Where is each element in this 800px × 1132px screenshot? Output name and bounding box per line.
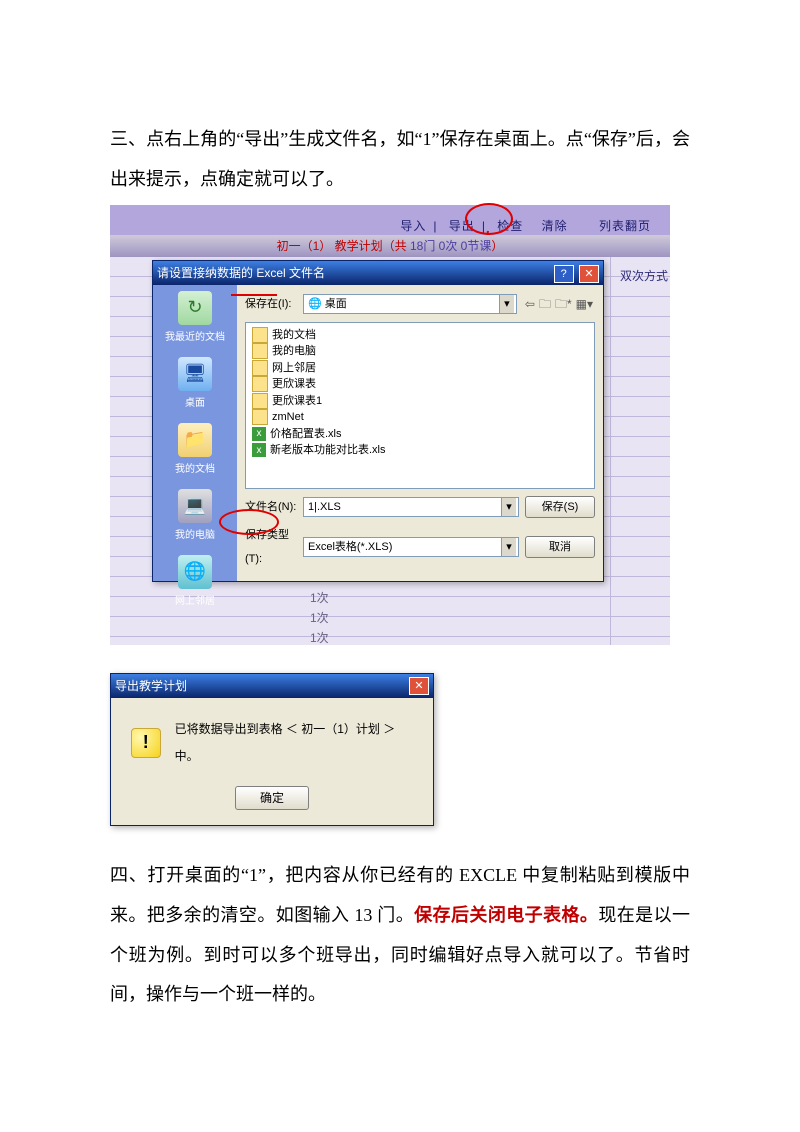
screenshot-save-dialog: 导入| 导出| 检查 清除 列表翻页 初一（1） 教学计划（共 18门 0次 0… [110, 205, 670, 645]
sidebar-desktop[interactable]: 🖥桌面 [178, 357, 212, 415]
file-list[interactable]: 我的文档 我的电脑 网上邻居 更欣课表 更欣课表1 zmNet x价格配置表.x… [245, 322, 595, 489]
paragraph-3: 三、点右上角的“导出”生成文件名，如“1”保存在桌面上。点“保存”后，会出来提示… [110, 120, 690, 199]
save-dialog-title: 请设置接纳数据的 Excel 文件名 [157, 260, 325, 286]
save-dialog: 请设置接纳数据的 Excel 文件名 ? ✕ ↻我最近的文档 🖥桌面 📁我的文档… [152, 260, 604, 582]
save-dialog-sidebar: ↻我最近的文档 🖥桌面 📁我的文档 💻我的电脑 🌐网上邻居 [153, 285, 237, 581]
toolbar-flip[interactable]: 列表翻页 [599, 219, 651, 233]
computer-icon [252, 343, 268, 359]
sidebar-docs[interactable]: 📁我的文档 [175, 423, 215, 481]
folder-icon [252, 327, 268, 343]
help-button[interactable]: ? [554, 265, 574, 283]
cancel-button[interactable]: 取消 [525, 536, 595, 558]
network-icon [252, 360, 268, 376]
list-item[interactable]: 更欣课表 [252, 376, 588, 393]
network-icon: 🌐 [178, 555, 212, 589]
list-item[interactable]: 我的电脑 [252, 343, 588, 360]
folder-icon [252, 376, 268, 392]
newfolder-icon[interactable]: 🗀* [555, 297, 572, 311]
warning-icon: ! [131, 728, 161, 758]
paragraph-4: 四、打开桌面的“1”，把内容从你已经有的 EXCLE 中复制粘贴到模版中来。把多… [110, 856, 690, 1014]
save-dialog-titlebar: 请设置接纳数据的 Excel 文件名 ? ✕ [153, 261, 603, 285]
sidebar-network[interactable]: 🌐网上邻居 [175, 555, 215, 613]
confirm-titlebar: 导出教学计划 ✕ [111, 674, 433, 698]
sidebar-computer[interactable]: 💻我的电脑 [175, 489, 215, 547]
annotation-underline-desktop [231, 294, 277, 296]
xls-icon: x [252, 427, 266, 441]
toolbar-import[interactable]: 导入 [400, 219, 426, 233]
filetype-combo[interactable]: Excel表格(*.XLS) [303, 537, 519, 557]
confirm-message: 已将数据导出到表格 ＜ 初一（1）计划 ＞ 中。 [175, 716, 419, 769]
sidebar-recent[interactable]: ↻我最近的文档 [165, 291, 225, 349]
annotation-circle-filename [219, 509, 279, 535]
list-item[interactable]: 更欣课表1 [252, 393, 588, 410]
filename-input[interactable]: 1|.XLS [303, 497, 519, 517]
close-button[interactable]: ✕ [409, 677, 429, 695]
grid-cell-1ci-c: 1次 [310, 625, 329, 651]
folder-icon [252, 409, 268, 425]
list-item[interactable]: 网上邻居 [252, 360, 588, 377]
list-item[interactable]: zmNet [252, 409, 588, 426]
xls-icon: x [252, 443, 266, 457]
confirm-title: 导出教学计划 [115, 673, 187, 699]
nav-icons[interactable]: ⇦ 🗀 🗀* ▦▾ [523, 291, 595, 317]
view-icon[interactable]: ▦▾ [576, 297, 593, 311]
up-icon[interactable]: 🗀 [539, 297, 551, 311]
close-button[interactable]: ✕ [579, 265, 599, 283]
save-in-combo[interactable]: 🌐 桌面 [303, 294, 517, 314]
folder-icon [252, 393, 268, 409]
toolbar-clear[interactable]: 清除 [542, 219, 568, 233]
emphasis-save-close: 保存后关闭电子表格。 [414, 905, 598, 925]
subtitle-bar: 初一（1） 教学计划（共 18门 0次 0节课） [110, 235, 670, 257]
folder-icon: 📁 [178, 423, 212, 457]
screenshot-confirm-dialog: 导出教学计划 ✕ ! 已将数据导出到表格 ＜ 初一（1）计划 ＞ 中。 确定 [110, 673, 434, 826]
list-item[interactable]: 我的文档 [252, 327, 588, 344]
right-label: 双次方式 [620, 263, 668, 289]
ok-button[interactable]: 确定 [235, 786, 309, 810]
list-item[interactable]: x价格配置表.xls [252, 426, 588, 443]
desktop-icon: 🖥 [178, 357, 212, 391]
computer-icon: 💻 [178, 489, 212, 523]
back-icon[interactable]: ⇦ [525, 297, 535, 311]
recent-icon: ↻ [178, 291, 212, 325]
save-button[interactable]: 保存(S) [525, 496, 595, 518]
list-item[interactable]: x新老版本功能对比表.xls [252, 442, 588, 459]
